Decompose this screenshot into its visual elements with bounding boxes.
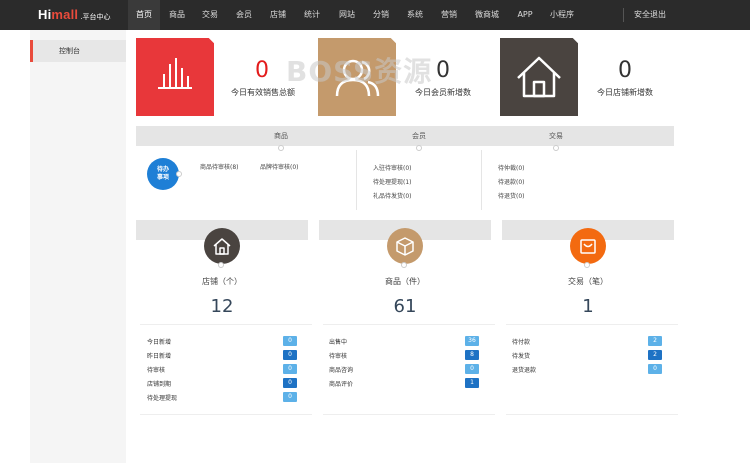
- goods-row-badge[interactable]: 1: [465, 378, 479, 388]
- shops-circle: [204, 228, 240, 268]
- pending-header-trade: 交易: [549, 132, 563, 140]
- divider: [506, 414, 678, 415]
- nav-system[interactable]: 系统: [400, 0, 430, 30]
- goods-circle: [387, 228, 423, 268]
- shop-stat-label: 今日店铺新增数: [597, 88, 653, 97]
- goods-row-label: 待审核: [329, 353, 348, 360]
- bar-chart-icon: [158, 58, 192, 89]
- trade-panel-title: 交易（笔）: [568, 277, 608, 286]
- pending-badge-line2: 事项: [156, 174, 169, 181]
- shops-row-badge[interactable]: 0: [283, 336, 297, 346]
- trade-row-badge[interactable]: 2: [648, 350, 662, 360]
- sidebar-item-console[interactable]: 控制台: [30, 40, 126, 62]
- shop-stat-value: 0: [618, 58, 632, 83]
- nav-wechat-mall[interactable]: 微商城: [469, 0, 505, 30]
- shops-row-badge[interactable]: 0: [283, 350, 297, 360]
- trade-panel-total: 1: [582, 296, 594, 317]
- shops-row-label: 店铺到期: [147, 381, 172, 388]
- nav-website[interactable]: 网站: [332, 0, 362, 30]
- top-nav: Himall .平台中心 首页 商品 交易 会员 店铺 统计 网站 分销 系统 营…: [0, 0, 750, 30]
- divider: [506, 324, 678, 325]
- shop-stat-icon-box: [500, 30, 583, 116]
- pending-header-bar: 商品 会员 交易: [136, 126, 674, 151]
- trade-circle: [570, 228, 606, 268]
- pending-trade-item[interactable]: 待退款(0): [498, 177, 525, 186]
- nav-members[interactable]: 会员: [229, 0, 259, 30]
- goods-panel-title: 商品（件）: [385, 277, 425, 286]
- shops-row-label: 待审核: [147, 367, 166, 374]
- home-icon: [213, 238, 231, 255]
- shops-row-label: 昨日新增: [147, 353, 172, 360]
- pending-member-item[interactable]: 礼品待发货(0): [373, 191, 412, 200]
- pending-member-item[interactable]: 入驻待审核(0): [373, 163, 412, 172]
- trade-row-badge[interactable]: 0: [648, 364, 662, 374]
- logo-text-part2: mall: [51, 7, 79, 22]
- trade-row-label: 退货退款: [512, 367, 537, 374]
- shops-row-badge[interactable]: 0: [283, 364, 297, 374]
- goods-row-badge[interactable]: 8: [465, 350, 479, 360]
- divider: [323, 414, 495, 415]
- nav-home[interactable]: 首页: [128, 0, 160, 30]
- trade-row-label: 待付款: [512, 339, 531, 346]
- shops-row-label: 待处理提现: [147, 395, 178, 402]
- pending-trade-item[interactable]: 待退货(0): [498, 191, 525, 200]
- divider: [140, 414, 312, 415]
- trade-row-badge[interactable]: 2: [648, 336, 662, 346]
- pending-trade-item[interactable]: 待仲裁(0): [498, 163, 525, 172]
- nav-goods[interactable]: 商品: [162, 0, 192, 30]
- shops-row-label: 今日新增: [147, 339, 172, 346]
- logout-button[interactable]: 安全退出: [630, 0, 670, 30]
- shopping-bag-icon: [580, 239, 596, 254]
- pending-goods-item[interactable]: 商品待审核(8): [200, 162, 239, 171]
- nav-app[interactable]: APP: [510, 0, 540, 30]
- nav-mini-program[interactable]: 小程序: [545, 0, 579, 30]
- nav-trade[interactable]: 交易: [195, 0, 225, 30]
- goods-row-badge[interactable]: 36: [465, 336, 479, 346]
- shops-panel-title: 店铺（个）: [202, 277, 242, 286]
- box-icon: [396, 237, 414, 256]
- sidebar: 控制台: [30, 30, 126, 463]
- nav-shops[interactable]: 店铺: [263, 0, 293, 30]
- nav-marketing[interactable]: 营销: [434, 0, 464, 30]
- trade-row-label: 待发货: [512, 353, 531, 360]
- goods-row-label: 商品咨询: [329, 367, 354, 374]
- pending-member-item[interactable]: 待处理提现(1): [373, 177, 412, 186]
- goods-panel-total: 61: [393, 296, 417, 317]
- logo-text-part1: Hi: [38, 7, 52, 22]
- home-icon: [517, 56, 561, 98]
- watermark: BOSS资源: [286, 55, 433, 88]
- shops-row-badge[interactable]: 0: [283, 378, 297, 388]
- pending-badge: 待办 事项: [147, 158, 182, 190]
- pending-goods-column: 商品待审核(8) 品牌待审核(0): [190, 150, 355, 210]
- pending-goods-item[interactable]: 品牌待审核(0): [260, 162, 299, 171]
- pending-trade-column: 待仲裁(0) 待退款(0) 待退货(0): [481, 150, 621, 210]
- goods-row-label: 商品评价: [329, 381, 354, 388]
- shops-row-badge[interactable]: 0: [283, 392, 297, 402]
- nav-stats[interactable]: 统计: [297, 0, 327, 30]
- sales-stat-icon-box: [136, 30, 219, 116]
- divider: [140, 324, 312, 325]
- pending-header-goods: 商品: [274, 132, 288, 140]
- logo-subtitle: .平台中心: [80, 13, 111, 21]
- divider: [323, 324, 495, 325]
- nav-distribution[interactable]: 分销: [366, 0, 396, 30]
- nav-separator: [623, 8, 624, 22]
- pending-header-members: 会员: [412, 132, 426, 140]
- goods-row-label: 出售中: [329, 339, 348, 346]
- shops-panel-total: 12: [210, 296, 234, 317]
- pending-members-column: 入驻待审核(0) 待处理提现(1) 礼品待发货(0): [356, 150, 480, 210]
- goods-row-badge[interactable]: 0: [465, 364, 479, 374]
- pending-badge-line1: 待办: [156, 166, 169, 173]
- logo: Himall .平台中心: [38, 7, 110, 23]
